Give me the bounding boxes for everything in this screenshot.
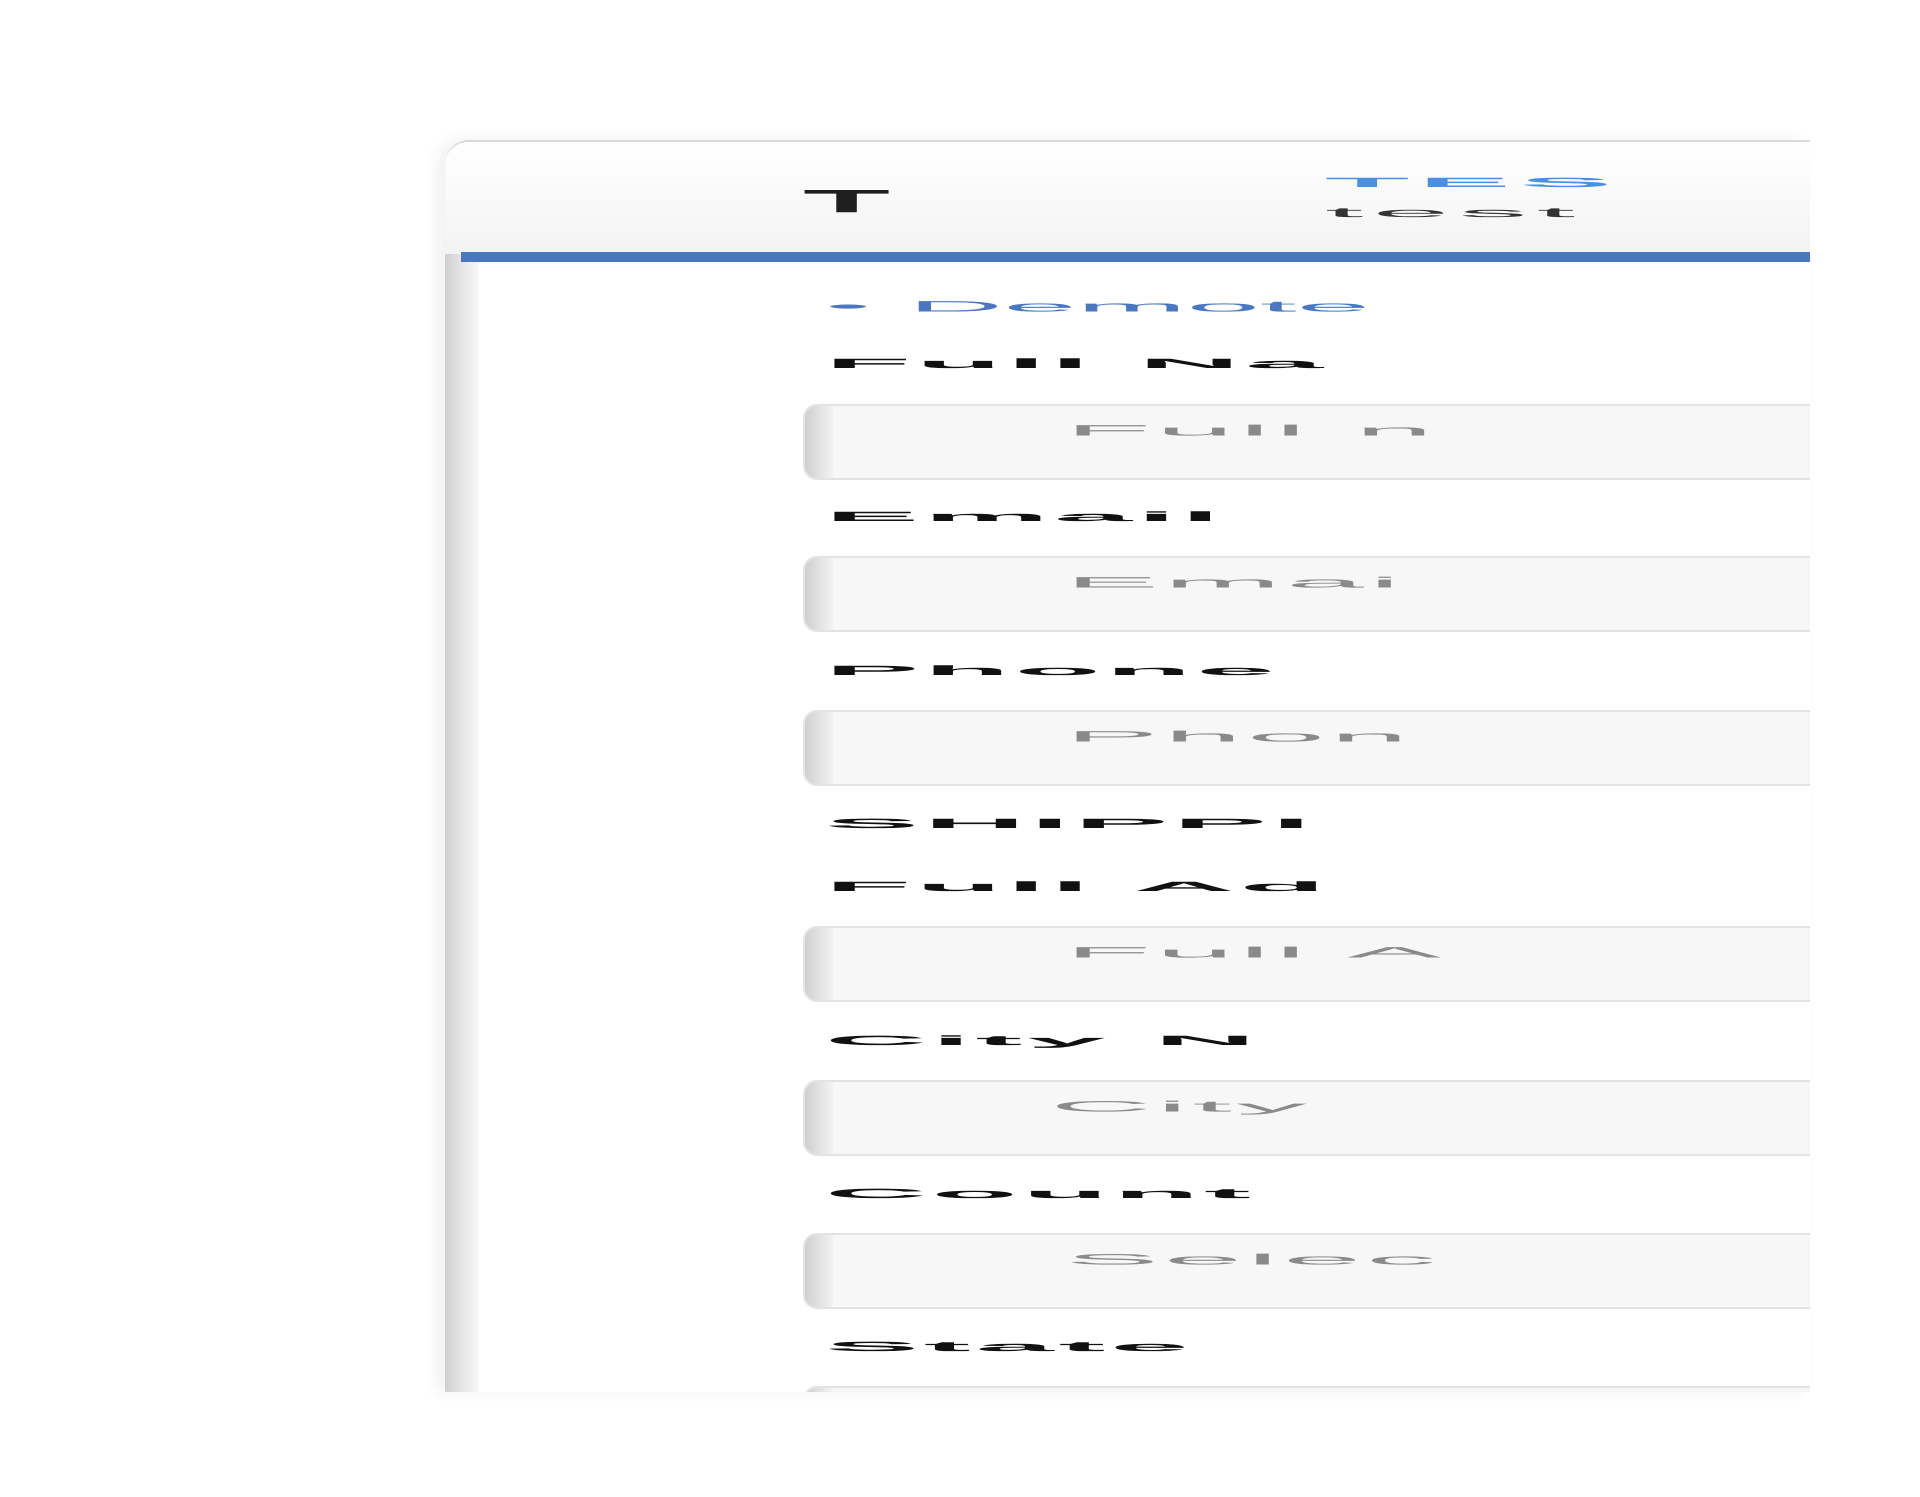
phone-input[interactable]: Phon bbox=[803, 710, 1810, 786]
state-label: State bbox=[825, 1339, 1194, 1355]
brand-title[interactable]: TES bbox=[1325, 175, 1621, 190]
input-inset bbox=[805, 1082, 833, 1154]
shipping-section-heading: SHIPPI bbox=[825, 816, 1316, 832]
state-select[interactable] bbox=[803, 1386, 1810, 1392]
city-placeholder: City bbox=[1050, 1098, 1312, 1116]
phone-label: Phone bbox=[825, 663, 1280, 679]
country-placeholder: Selec bbox=[1065, 1251, 1442, 1269]
screen: T TES test • Demote Full Na Full n Email… bbox=[0, 0, 1920, 1497]
full-address-placeholder: Full A bbox=[1065, 944, 1446, 962]
country-select[interactable]: Selec bbox=[803, 1233, 1810, 1309]
full-address-label: Full Ad bbox=[825, 879, 1331, 895]
email-placeholder: Emai bbox=[1065, 574, 1406, 592]
input-inset bbox=[805, 1235, 833, 1307]
browser-viewport: T TES test • Demote Full Na Full n Email… bbox=[445, 140, 1810, 1392]
full-name-label: Full Na bbox=[825, 356, 1328, 372]
email-input[interactable]: Emai bbox=[803, 556, 1810, 632]
site-logo[interactable]: T bbox=[803, 182, 890, 220]
viewport-edge bbox=[445, 142, 479, 1392]
phone-placeholder: Phon bbox=[1065, 728, 1414, 746]
input-inset bbox=[805, 928, 833, 1000]
input-inset bbox=[805, 558, 833, 630]
input-inset bbox=[805, 712, 833, 784]
city-label: City N bbox=[825, 1033, 1261, 1049]
city-input[interactable]: City bbox=[803, 1080, 1810, 1156]
full-address-input[interactable]: Full A bbox=[803, 926, 1810, 1002]
site-header: T TES test bbox=[445, 142, 1810, 254]
brand-subtitle: test bbox=[1325, 205, 1585, 221]
input-inset bbox=[805, 1388, 833, 1392]
input-inset bbox=[805, 406, 833, 478]
header-divider bbox=[461, 252, 1810, 262]
demo-link[interactable]: • Demote bbox=[825, 299, 1370, 316]
email-label: Email bbox=[825, 509, 1225, 525]
full-name-input[interactable]: Full n bbox=[803, 404, 1810, 480]
country-label: Count bbox=[825, 1186, 1256, 1202]
full-name-placeholder: Full n bbox=[1065, 422, 1438, 440]
